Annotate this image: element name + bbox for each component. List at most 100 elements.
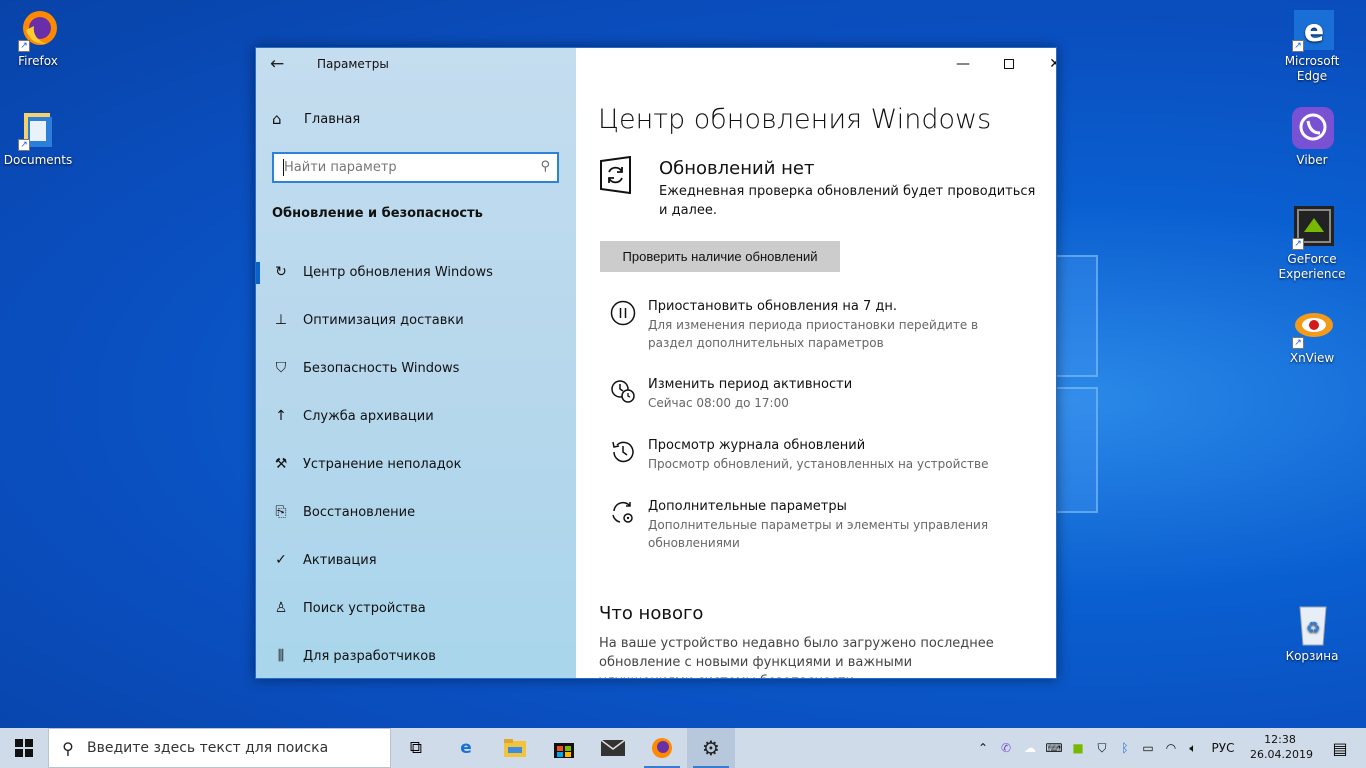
- sidebar-item-developers[interactable]: ⫼ Для разработчиков: [256, 632, 576, 678]
- search-placeholder: Найти параметр: [284, 160, 397, 175]
- advanced-options-icon: [610, 500, 636, 526]
- taskbar: ⚲ Введите здесь текст для поиска ⧉ e ⚙ ⌃…: [0, 728, 1366, 768]
- desktop-icon-label: Корзина: [1285, 649, 1339, 663]
- maximize-icon: [1004, 59, 1014, 69]
- desktop-icon-xnview[interactable]: ↗ XnView: [1274, 305, 1350, 366]
- battery-icon[interactable]: ▭: [1136, 741, 1160, 755]
- folder-icon: ↗: [16, 107, 60, 151]
- option-title: Просмотр журнала обновлений: [648, 438, 866, 453]
- option-title: Приостановить обновления на 7 дн.: [648, 299, 897, 314]
- start-button[interactable]: [0, 728, 48, 768]
- taskbar-store-icon[interactable]: [540, 728, 588, 768]
- taskbar-explorer-icon[interactable]: [491, 728, 539, 768]
- svg-text:e: e: [1304, 14, 1324, 49]
- maximize-button[interactable]: [986, 48, 1032, 80]
- option-subtitle: Для изменения периода приостановки перей…: [648, 318, 979, 350]
- windows-logo-icon: [15, 739, 33, 757]
- desktop-icon-label: Firefox: [18, 54, 58, 68]
- task-view-button[interactable]: ⧉: [392, 728, 440, 768]
- taskbar-mail-icon[interactable]: [589, 728, 637, 768]
- sidebar-item-home[interactable]: ⌂ Главная: [272, 110, 360, 128]
- history-icon: [610, 439, 636, 465]
- wifi-icon[interactable]: ◠: [1160, 741, 1182, 755]
- page-title: Центр обновления Windows: [598, 104, 992, 135]
- sidebar-item-label: Активация: [303, 552, 377, 568]
- search-icon: ⚲: [62, 738, 74, 758]
- home-icon: ⌂: [272, 110, 282, 128]
- backup-icon: ↑: [275, 408, 287, 424]
- desktop-icon-edge[interactable]: e ↗ Microsoft Edge: [1274, 8, 1350, 84]
- notifications-icon[interactable]: ▤: [1316, 728, 1364, 768]
- sidebar-item-windows-update[interactable]: ↻ Центр обновления Windows: [256, 248, 576, 296]
- desktop-icon-recycle-bin[interactable]: ♻ Корзина: [1274, 603, 1350, 664]
- option-advanced-options[interactable]: Дополнительные параметры Дополнительные …: [610, 498, 1018, 552]
- option-pause-updates[interactable]: Приостановить обновления на 7 дн. Для из…: [610, 298, 1018, 352]
- wrench-icon: ⚒: [274, 456, 288, 472]
- desktop-icon-label: GeForce Experience: [1278, 252, 1346, 281]
- search-icon: ⚲: [540, 159, 550, 174]
- option-update-history[interactable]: Просмотр журнала обновлений Просмотр обн…: [610, 437, 1018, 473]
- back-arrow-icon[interactable]: ←: [270, 54, 292, 76]
- sync-icon: ↻: [275, 264, 287, 280]
- option-title: Дополнительные параметры: [648, 499, 847, 514]
- cloud-icon[interactable]: ☁: [1018, 741, 1042, 755]
- sidebar-item-label: Устранение неполадок: [303, 456, 462, 472]
- option-active-hours[interactable]: Изменить период активности Сейчас 08:00 …: [610, 376, 1018, 412]
- volume-icon[interactable]: 🔈︎: [1182, 741, 1204, 756]
- sidebar-item-delivery-optimization[interactable]: ⊥ Оптимизация доставки: [256, 296, 576, 344]
- search-input[interactable]: Найти параметр ⚲: [272, 152, 559, 183]
- bluetooth-icon[interactable]: ᛒ: [1114, 741, 1136, 755]
- whats-new-text: На ваше устройство недавно было загружен…: [599, 636, 994, 678]
- sidebar-item-label: Поиск устройства: [303, 600, 426, 616]
- sidebar-item-recovery[interactable]: ⎘ Восстановление: [256, 488, 576, 536]
- sidebar-item-label: Восстановление: [303, 504, 416, 520]
- desktop-icon-label: Viber: [1296, 153, 1328, 167]
- clock[interactable]: 12:38 26.04.2019: [1250, 732, 1313, 762]
- taskbar-search-input[interactable]: ⚲ Введите здесь текст для поиска: [48, 728, 391, 768]
- whats-new-title: Что нового: [599, 603, 704, 624]
- nvidia-tray-icon[interactable]: ■: [1066, 741, 1090, 755]
- desktop-icon-label: Documents: [3, 153, 73, 167]
- app-title: Параметры: [317, 57, 389, 71]
- option-subtitle: Сейчас 08:00 до 17:00: [648, 396, 789, 410]
- status-title: Обновлений нет: [659, 158, 815, 179]
- taskbar-settings-icon[interactable]: ⚙: [687, 728, 735, 768]
- section-title: Обновление и безопасность: [272, 206, 483, 221]
- option-subtitle: Дополнительные параметры и элементы упра…: [648, 518, 989, 550]
- viber-tray-icon[interactable]: ✆: [994, 741, 1018, 755]
- sidebar-item-backup[interactable]: ↑ Служба архивации: [256, 392, 576, 440]
- sidebar-item-troubleshoot[interactable]: ⚒ Устранение неполадок: [256, 440, 576, 488]
- sidebar-item-label: Оптимизация доставки: [303, 312, 464, 328]
- viber-icon: [1290, 107, 1334, 151]
- desktop-icon-documents[interactable]: ↗ Documents: [0, 107, 76, 168]
- desktop-icon-geforce[interactable]: ↗ GeForce Experience: [1274, 206, 1350, 282]
- desktop-icon-viber[interactable]: Viber: [1274, 107, 1350, 168]
- recycle-bin-icon: ♻: [1290, 603, 1334, 647]
- person-icon: ♙: [274, 600, 288, 616]
- keyboard-tray-icon[interactable]: ⌨: [1042, 741, 1066, 755]
- security-tray-icon[interactable]: ⛉: [1090, 741, 1114, 756]
- sidebar-item-find-device[interactable]: ♙ Поиск устройства: [256, 584, 576, 632]
- desktop-icon-firefox[interactable]: ↗ Firefox: [0, 8, 76, 69]
- sidebar-item-windows-security[interactable]: ⛉ Безопасность Windows: [256, 344, 576, 392]
- minimize-button[interactable]: —: [940, 48, 986, 80]
- option-subtitle: Просмотр обновлений, установленных на ус…: [648, 457, 989, 471]
- taskbar-edge-icon[interactable]: e: [442, 728, 490, 768]
- chevron-up-icon[interactable]: ⌃: [972, 741, 994, 755]
- shield-icon: ⛉: [275, 360, 287, 376]
- close-button[interactable]: ✕: [1032, 48, 1056, 80]
- pause-icon: [610, 300, 636, 326]
- check-for-updates-button[interactable]: Проверить наличие обновлений: [600, 241, 840, 272]
- sidebar: ← Параметры ⌂ Главная Найти параметр ⚲ О…: [256, 48, 576, 678]
- main-content: — ✕ Центр обновления Windows Обновлений …: [576, 48, 1056, 678]
- sidebar-item-label: Безопасность Windows: [303, 360, 460, 376]
- delivery-icon: ⊥: [274, 312, 288, 328]
- taskbar-firefox-icon[interactable]: [638, 728, 686, 768]
- sidebar-nav: ↻ Центр обновления Windows ⊥ Оптимизация…: [256, 248, 576, 678]
- language-indicator[interactable]: РУС: [1204, 741, 1242, 755]
- geforce-icon: ↗: [1290, 206, 1334, 250]
- clock-time: 12:38: [1264, 733, 1296, 746]
- sidebar-item-label: Главная: [304, 111, 361, 127]
- desktop-icon-label: Microsoft Edge: [1284, 54, 1340, 83]
- sidebar-item-activation[interactable]: ✓ Активация: [256, 536, 576, 584]
